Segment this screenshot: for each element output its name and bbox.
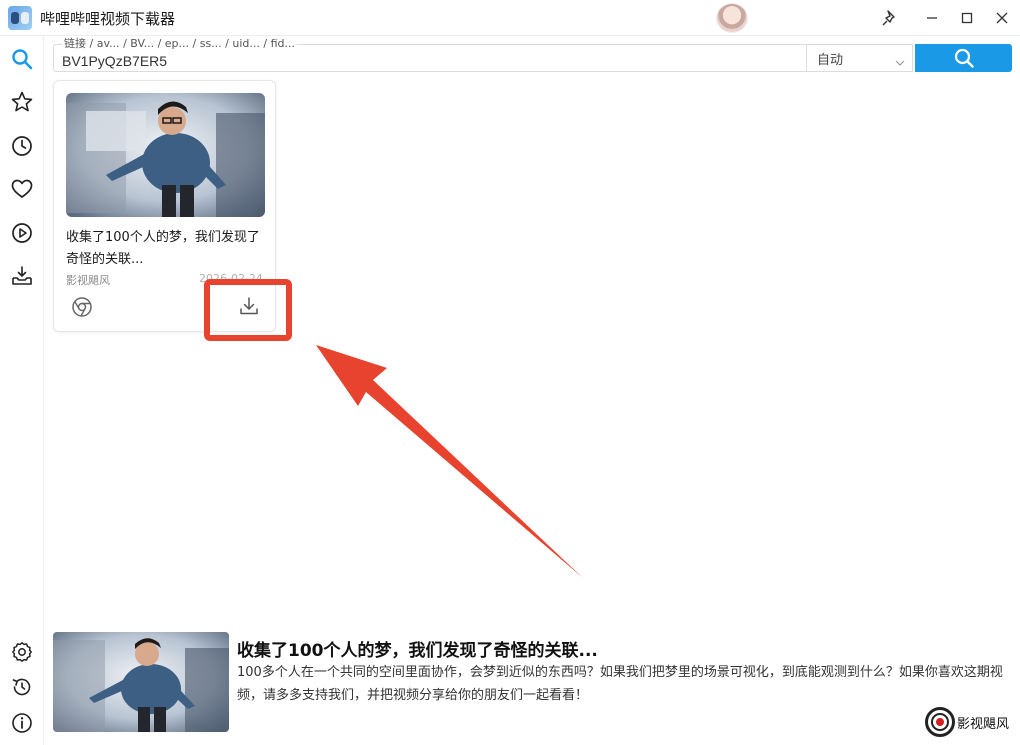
info-thumbnail <box>53 632 229 732</box>
info-title: 收集了100个人的梦，我们发现了奇怪的关联... <box>237 641 598 661</box>
uploader-name: 影视飓风 <box>957 716 1010 732</box>
uploader-logo <box>925 707 955 737</box>
info-description: 100多个人在一个共同的空间里面协作，会梦到近似的东西吗？如果我们把梦里的场景可… <box>237 665 1003 703</box>
uploader[interactable]: 影视飓风 <box>925 707 1009 737</box>
